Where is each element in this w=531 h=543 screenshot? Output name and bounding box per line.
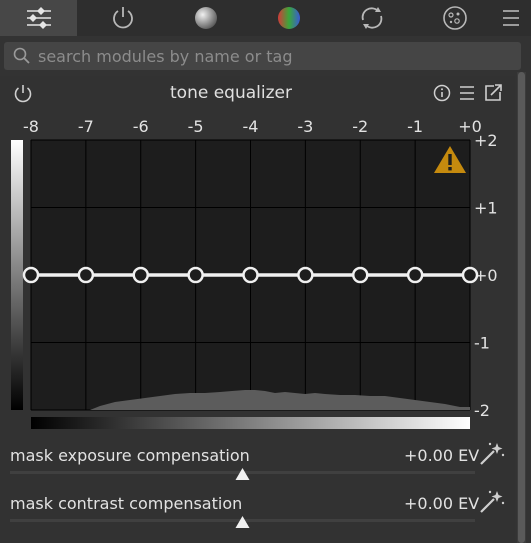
vertical-luminance-gradient [11,140,23,410]
grey-sphere-icon [194,7,217,29]
x-tick-label: -7 [78,117,94,136]
x-tick-label: -8 [23,117,39,136]
mask-exposure-value[interactable]: +0.00 EV [404,446,479,465]
curve-node[interactable] [461,266,479,284]
tab-color-modules[interactable] [250,0,327,36]
tab-effects-modules[interactable] [416,0,493,36]
search-input[interactable] [38,42,508,70]
x-tick-label: -5 [188,117,204,136]
effects-sphere-icon [442,6,467,30]
module-group-tabs [0,0,531,36]
info-icon[interactable] [432,83,452,103]
tab-base-modules[interactable] [84,0,161,36]
x-tick-label: -6 [133,117,149,136]
curve-node[interactable] [297,266,314,284]
module-search-box[interactable] [4,42,521,70]
x-tick-label: -3 [297,117,313,136]
x-tick-label: -1 [407,117,423,136]
multi-instance-icon[interactable] [482,82,504,104]
curve-node[interactable] [132,266,149,284]
color-sphere-icon [277,7,300,29]
search-icon [13,47,30,64]
mask-exposure-slider[interactable] [0,465,515,485]
tab-active-modules[interactable] [0,0,77,36]
tone-curve-nodes[interactable] [22,266,479,284]
power-icon [112,7,133,29]
y-tick-label: -2 [474,401,490,420]
x-tick-label: -2 [352,117,368,136]
module-title: tone equalizer [170,83,292,103]
curve-node[interactable] [352,266,369,284]
mask-contrast-value[interactable]: +0.00 EV [404,494,479,513]
hamburger-menu-icon [502,10,519,26]
sliders-icon [26,7,51,29]
panel-scrollbar[interactable] [517,72,526,543]
presets-menu-icon[interactable] [458,83,476,103]
magic-wand-icon[interactable] [478,489,506,515]
tab-menu[interactable] [490,0,531,36]
x-tick-labels: -8 -7 -6 -5 -4 -3 -2 -1 +0 [23,117,482,136]
mask-exposure-label: mask exposure compensation [10,446,250,465]
tone-equalizer-graph[interactable]: -8 -7 -6 -5 -4 -3 -2 -1 +0 +2+1+0-1-2 [0,110,515,435]
horizontal-luminance-gradient [31,417,470,429]
tab-tone-modules[interactable] [167,0,244,36]
curve-node[interactable] [22,266,40,284]
curve-node[interactable] [77,266,95,284]
y-tick-label: +2 [474,131,498,150]
scrollbar-thumb[interactable] [518,72,525,543]
y-tick-label: -1 [474,334,490,353]
curve-node[interactable] [406,266,424,284]
circular-arrows-icon [361,7,382,29]
y-tick-label: +1 [474,199,498,218]
mask-contrast-slider[interactable] [0,513,515,533]
magic-wand-icon[interactable] [478,441,506,467]
tab-correct-modules[interactable] [333,0,410,36]
x-tick-label: -4 [243,117,259,136]
curve-node[interactable] [242,266,259,284]
curve-node[interactable] [187,266,204,284]
mask-contrast-label: mask contrast compensation [10,494,243,513]
